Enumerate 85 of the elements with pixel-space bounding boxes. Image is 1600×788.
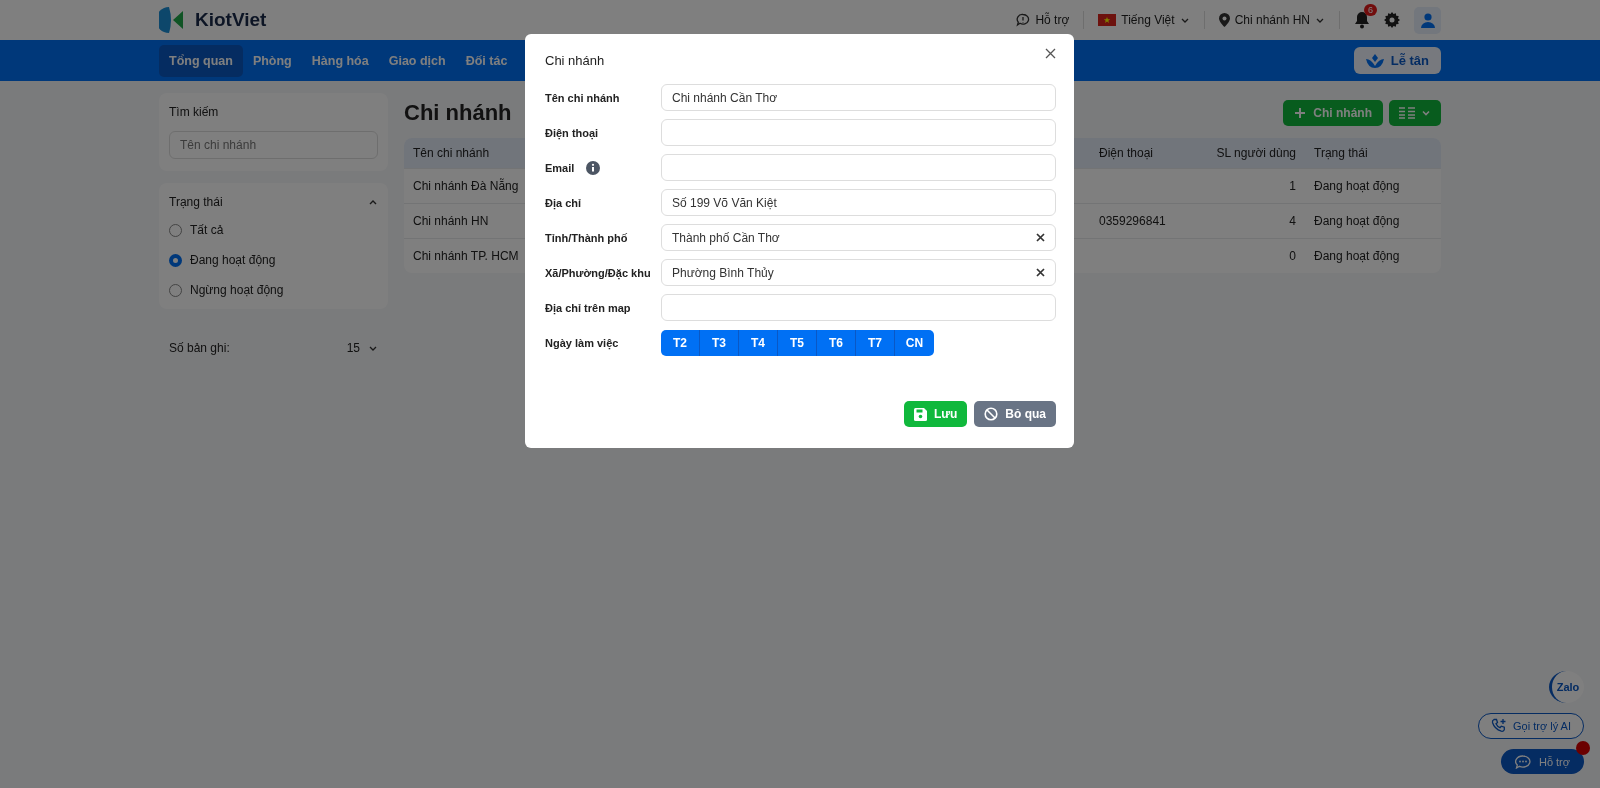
cancel-button[interactable]: Bỏ qua — [974, 401, 1056, 427]
column-header: SL người dùng — [1215, 146, 1297, 160]
search-field[interactable]: Tên chi nhánh — [169, 131, 378, 159]
settings-icon[interactable] — [1384, 12, 1400, 28]
field-label: Địa chỉ — [545, 196, 582, 209]
prohibited-icon — [984, 407, 999, 421]
table-cell-text: 1 — [1288, 179, 1297, 193]
table-cell-text: Đang hoạt động — [1313, 179, 1401, 193]
bell-icon[interactable] — [1354, 11, 1370, 29]
workday-toggle[interactable]: T6 — [817, 329, 856, 356]
branch-select[interactable]: Chi nhánh HN — [1218, 13, 1325, 27]
lotus-icon — [1365, 53, 1384, 68]
zalo-button[interactable]: Zalo — [1549, 671, 1584, 703]
columns-button[interactable] — [1389, 100, 1441, 126]
workday-toggle[interactable]: T7 — [856, 329, 895, 356]
table-cell-text: Chi nhánh TP. HCM — [412, 249, 520, 263]
radio-label: Ngừng hoạt động — [190, 283, 284, 297]
page-size-label: Số bản ghi: — [169, 341, 230, 355]
clear-icon[interactable] — [1036, 268, 1045, 277]
workday-toggle[interactable]: T5 — [778, 329, 817, 356]
table-cell-text: 4 — [1288, 214, 1297, 228]
field-label: Tên chi nhánh — [545, 91, 620, 104]
reception-button[interactable]: Lễ tân — [1353, 47, 1441, 74]
field-label: Ngày làm việc — [545, 336, 619, 349]
status-title: Trạng thái — [169, 195, 223, 209]
page-title: Chi nhánh — [404, 100, 512, 126]
flag-icon — [1098, 14, 1117, 26]
notification-dot — [1576, 741, 1590, 755]
page-size-select[interactable]: 15 — [346, 341, 378, 355]
clear-icon[interactable] — [1036, 233, 1045, 242]
location-pin-icon — [1218, 13, 1230, 27]
chat-icon — [1514, 754, 1531, 769]
workday-toggle[interactable]: T3 — [700, 329, 739, 356]
field-label: Tỉnh/Thành phố — [545, 231, 628, 244]
field-label: Địa chỉ trên map — [545, 301, 631, 314]
nav-tab[interactable]: Hàng hóa — [301, 44, 379, 77]
list-icon — [1399, 107, 1415, 119]
workday-toggle[interactable]: T2 — [661, 329, 700, 356]
field-label: Điện thoại — [545, 126, 599, 139]
input-field[interactable] — [661, 119, 1056, 146]
input-field[interactable]: Chi nhánh Cần Thơ — [661, 84, 1056, 111]
plus-icon — [1294, 107, 1307, 119]
help-chat-button[interactable]: Hỗ trợ — [1500, 749, 1584, 774]
table-cell-text: Chi nhánh HN — [412, 214, 490, 228]
nav-tab[interactable]: Tổng quan — [159, 44, 243, 77]
radio-label: Tất cả — [190, 223, 224, 237]
table-cell-text: 0359296841 — [1098, 214, 1167, 228]
table-cell-text: Chi nhánh Đà Nẵng — [412, 179, 520, 193]
phone-icon — [1491, 718, 1508, 734]
avatar-button[interactable] — [1414, 6, 1441, 34]
input-field[interactable] — [661, 154, 1056, 181]
ai-assistant-button[interactable]: Gọi trợ lý AI — [1478, 713, 1584, 739]
nav-tab[interactable]: Giao dịch — [378, 44, 456, 77]
column-header: Trạng thái — [1313, 146, 1369, 160]
info-icon[interactable] — [586, 160, 601, 175]
select-value: Phường Bình Thủy — [672, 265, 774, 280]
search-title: Tìm kiếm — [169, 105, 220, 119]
logo-text: KiotViet — [195, 9, 267, 31]
chat-icon — [1016, 13, 1031, 27]
chevron-down-icon — [1421, 108, 1431, 118]
workday-toggle[interactable]: T4 — [739, 329, 778, 356]
input-field[interactable] — [661, 294, 1056, 321]
field-label: Email — [545, 161, 575, 174]
table-cell-text: Đang hoạt động — [1313, 249, 1401, 263]
dialog-title: Chi nhánh — [545, 53, 605, 68]
column-header: Điện thoại — [1098, 146, 1155, 160]
radio-label: Đang hoạt động — [190, 253, 276, 267]
notification-badge: 6 — [1364, 4, 1377, 16]
table-cell-text: 0 — [1288, 249, 1297, 263]
workday-toggle[interactable]: CN — [895, 329, 934, 356]
nav-tab[interactable]: Phòng — [242, 44, 302, 77]
select-value: Thành phố Cần Thơ — [672, 230, 780, 245]
select-field[interactable]: Thành phố Cần Thơ — [661, 224, 1056, 251]
radio-button[interactable] — [169, 253, 182, 267]
save-button[interactable]: Lưu — [903, 401, 968, 427]
select-field[interactable]: Phường Bình Thủy — [661, 259, 1056, 286]
column-header: Tên chi nhánh — [412, 146, 491, 160]
help-link[interactable]: Hỗ trợ — [1016, 13, 1070, 27]
language-select[interactable]: Tiếng Việt — [1098, 13, 1190, 27]
close-icon[interactable] — [1045, 48, 1056, 59]
user-icon — [1420, 12, 1435, 28]
nav-tab[interactable]: Đối tác — [455, 44, 518, 77]
table-cell-text: Đang hoạt động — [1313, 214, 1401, 228]
field-label: Xã/Phường/Đặc khu — [545, 266, 651, 279]
input-field[interactable]: Số 199 Võ Văn Kiệt — [661, 189, 1056, 216]
